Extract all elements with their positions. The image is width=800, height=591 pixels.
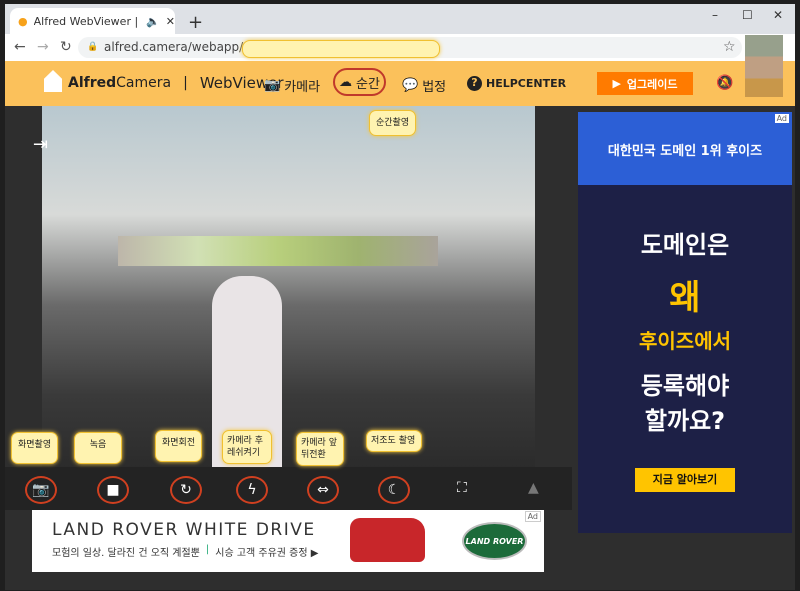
upgrade-button[interactable]: ▶ 업그레이드 — [597, 72, 693, 95]
nav-court[interactable]: 💬 법정 — [402, 76, 446, 95]
snapshot-tooltip: 화면촬영 — [11, 432, 59, 464]
ad-subtitle-row: 모험의 일상. 달라진 건 오직 계절뿐 | 시승 고객 주유권 증정 ▶ — [52, 544, 319, 559]
separator: | — [183, 75, 188, 91]
land-rover-ad[interactable]: Ad LAND ROVER WHITE DRIVE 모험의 일상. 달라진 건 … — [32, 510, 544, 572]
reload-icon[interactable]: ↻ — [60, 39, 72, 55]
pixelated-sign — [118, 236, 438, 266]
moment-tooltip: 순간촬영 — [369, 110, 417, 136]
camera-icon: 📷 — [264, 78, 281, 93]
control-bar — [5, 467, 572, 510]
camera-video — [42, 106, 535, 468]
redacted-url-callout — [242, 40, 440, 58]
brand[interactable]: Alfred Camera | WebViewer — [68, 74, 284, 92]
rotate-tooltip: 화면회전 — [155, 430, 203, 462]
help-icon: ? — [467, 76, 482, 91]
nav-helpcenter[interactable]: ? HELPCENTER — [467, 76, 566, 91]
notifications-off-icon[interactable]: 🔕 — [716, 75, 733, 91]
play-icon: ▶ — [612, 77, 621, 90]
switch-tooltip: 카메라 앞뒤전환 — [296, 432, 344, 466]
forward-icon[interactable]: → — [37, 39, 49, 55]
fullscreen-icon[interactable]: ⛶ — [457, 480, 467, 496]
ad-line2: 왜 — [669, 278, 701, 318]
alfred-favicon-icon: ● — [18, 14, 28, 28]
ad-line4: 등록해야 — [640, 372, 730, 400]
siren-icon[interactable]: ▲ — [528, 480, 539, 496]
audio-icon: 🔈 — [146, 14, 160, 28]
brand-bold: Alfred — [68, 75, 117, 91]
flash-button[interactable]: ϟ — [236, 476, 268, 504]
rotate-button[interactable]: ↻ — [170, 476, 202, 504]
nav-camera[interactable]: 📷 카메라 — [264, 76, 320, 95]
bookmark-star-icon[interactable]: ☆ — [723, 39, 736, 55]
ad-line3: 후이즈에서 — [639, 329, 731, 353]
land-rover-logo: LAND ROVER — [462, 522, 527, 560]
flash-tooltip: 카메라 후레쉬켜기 — [222, 430, 272, 464]
ad-title: LAND ROVER WHITE DRIVE — [52, 520, 316, 540]
switch-camera-button[interactable]: ⇔ — [307, 476, 339, 504]
lock-icon: 🔒 — [87, 42, 99, 52]
low-light-button[interactable]: ☾ — [378, 476, 410, 504]
ad-top-banner: 대한민국 도메인 1위 후이즈 — [578, 112, 792, 185]
ad-line1: 도메인은 — [640, 231, 730, 259]
ad-line5: 할까요? — [644, 407, 726, 435]
tab-title: Alfred WebViewer | Monitor — [33, 14, 140, 28]
ad-subtitle: 모험의 일상. 달라진 건 오직 계절뿐 — [52, 548, 200, 559]
ad-learn-more-button[interactable]: 지금 알아보기 — [635, 468, 735, 492]
whois-side-ad[interactable]: 대한민국 도메인 1위 후이즈 Ad 도메인은 왜 후이즈에서 등록해야 할까요… — [578, 112, 792, 533]
record-button[interactable]: ■ — [97, 476, 129, 504]
cloud-icon: ☁ — [339, 74, 353, 90]
brand-light: Camera — [116, 75, 172, 91]
chat-icon: 💬 — [402, 78, 419, 93]
exit-icon[interactable]: ⇥ — [33, 134, 48, 155]
nav-moment[interactable]: ☁ 순간 — [333, 68, 386, 96]
ad-cta: 시승 고객 주유권 증정 ▶ — [215, 548, 319, 559]
red-suv-image — [350, 518, 425, 562]
browser-tab[interactable]: ● Alfred WebViewer | Monitor 🔈 ✕ — [10, 8, 175, 34]
new-tab-button[interactable]: + — [188, 12, 203, 33]
back-icon[interactable]: ← — [14, 39, 26, 55]
ad-badge[interactable]: Ad — [774, 114, 789, 123]
nav-label: 카메라 — [284, 80, 321, 95]
tab-close-icon[interactable]: ✕ — [166, 15, 175, 28]
nav-label: HELPCENTER — [486, 77, 567, 90]
lowlight-tooltip: 저조도 촬영 — [366, 430, 422, 452]
snapshot-button[interactable]: 📷 — [25, 476, 57, 504]
record-tooltip: 녹음 — [74, 432, 122, 464]
ad-badge[interactable]: Ad — [524, 511, 541, 522]
nav-label: 순간 — [356, 76, 380, 92]
minimize-button[interactable]: – — [712, 8, 718, 22]
avatar[interactable] — [745, 35, 783, 97]
upgrade-label: 업그레이드 — [626, 77, 678, 91]
maximize-button[interactable]: ☐ — [742, 8, 753, 22]
close-window-button[interactable]: ✕ — [773, 8, 783, 22]
nav-label: 법정 — [422, 80, 447, 95]
